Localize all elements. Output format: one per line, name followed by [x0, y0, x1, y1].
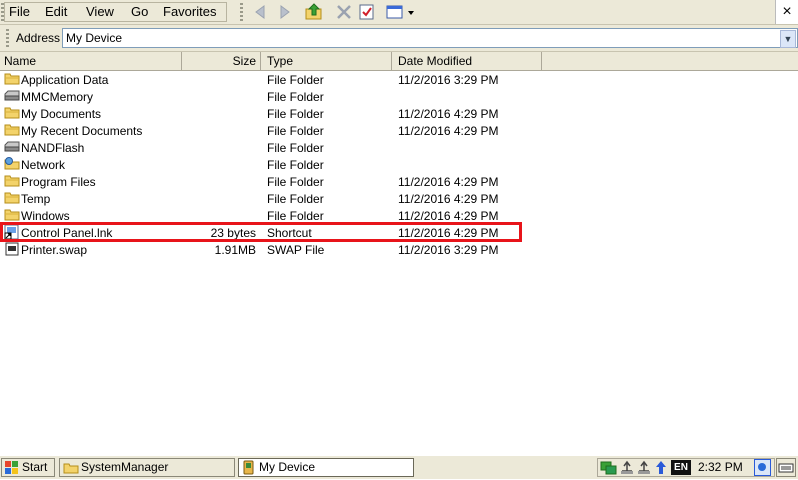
start-button[interactable]: Start	[1, 458, 55, 477]
clock[interactable]: 2:32 PM	[698, 459, 743, 476]
toolbar-grip	[240, 3, 243, 21]
file-row[interactable]: My Documents File Folder 11/2/2016 4:29 PM	[0, 106, 600, 123]
file-type: File Folder	[267, 90, 324, 104]
file-name: Application Data	[21, 73, 109, 87]
file-row[interactable]: Network File Folder	[0, 157, 600, 174]
file-row[interactable]: Program Files File Folder 11/2/2016 4:29 P…	[0, 174, 600, 191]
file-name: My Recent Documents	[21, 124, 143, 138]
file-type: File Folder	[267, 73, 324, 87]
file-type: File Folder	[267, 192, 324, 206]
network-status-icon[interactable]	[600, 460, 618, 478]
task-my-device-label: My Device	[259, 460, 316, 474]
drive-icon	[4, 140, 20, 153]
close-button[interactable]: ×	[775, 0, 798, 24]
file-type: File Folder	[267, 175, 324, 189]
task-systemmanager-label: SystemManager	[81, 460, 169, 474]
file-name: NANDFlash	[21, 141, 85, 155]
drive-icon	[4, 89, 20, 102]
file-type: File Folder	[267, 141, 324, 155]
file-row[interactable]: Application Data File Folder 11/2/2016 3:2…	[0, 72, 600, 89]
column-header-size[interactable]: Size	[182, 52, 261, 70]
file-name: MMCMemory	[21, 90, 93, 104]
delete-x-icon[interactable]	[335, 3, 353, 21]
folder-icon	[4, 174, 20, 187]
file-type: File Folder	[267, 124, 324, 138]
address-value: My Device	[66, 31, 123, 45]
chevron-down-icon[interactable]: ▼	[780, 30, 796, 48]
folder-icon	[4, 106, 20, 119]
file-date: 11/2/2016 4:29 PM	[398, 175, 499, 189]
usb-icon[interactable]	[619, 460, 635, 478]
properties-check-icon[interactable]	[358, 3, 376, 21]
column-header-date[interactable]: Date Modified	[392, 52, 542, 70]
address-grip	[6, 29, 9, 47]
folder-icon	[4, 72, 20, 85]
file-name: Printer.swap	[21, 243, 88, 257]
device-icon	[242, 460, 256, 480]
file-date: 11/2/2016 4:29 PM	[398, 192, 499, 206]
column-header-name[interactable]: Name	[0, 52, 182, 70]
file-date: 11/2/2016 3:29 PM	[398, 73, 499, 87]
views-menu-icon[interactable]	[386, 3, 418, 21]
file-date: 11/2/2016 3:29 PM	[398, 243, 499, 257]
file-type: SWAP File	[267, 243, 325, 257]
file-name: My Documents	[21, 107, 102, 121]
file-size: 1.91MB	[214, 243, 256, 257]
task-my-device[interactable]: My Device	[238, 458, 414, 477]
address-bar: Address My Device ▼	[0, 25, 798, 52]
folder-up-icon[interactable]	[305, 3, 323, 21]
folder-icon	[4, 208, 20, 221]
address-label: Address	[16, 31, 61, 45]
system-tray: EN 2:32 PM	[597, 458, 775, 477]
highlight-box	[0, 222, 522, 242]
file-icon	[4, 242, 20, 256]
file-name: Program Files	[21, 175, 96, 189]
folder-icon	[63, 461, 79, 479]
usb-icon-2[interactable]	[636, 460, 652, 478]
folder-icon	[4, 191, 20, 204]
file-date: 11/2/2016 4:29 PM	[398, 107, 499, 121]
column-header-bar: Name Size Type Date Modified	[0, 52, 798, 71]
address-input[interactable]: My Device ▼	[62, 28, 798, 48]
file-type: File Folder	[267, 158, 324, 172]
input-language-indicator[interactable]: EN	[671, 460, 691, 475]
taskbar: Start SystemManager My Device EN 2:32 PM	[0, 455, 798, 479]
menu-bar: File Edit View Go Favorites ×	[0, 0, 798, 25]
file-type: File Folder	[267, 107, 324, 121]
file-name: Temp	[21, 192, 51, 206]
keyboard-icon[interactable]	[776, 458, 796, 477]
column-header-type[interactable]: Type	[261, 52, 392, 70]
file-name: Network	[21, 158, 66, 172]
desktop-icon[interactable]	[754, 459, 771, 476]
task-systemmanager[interactable]: SystemManager	[59, 458, 235, 477]
file-date: 11/2/2016 4:29 PM	[398, 124, 499, 138]
file-row[interactable]: NANDFlash File Folder	[0, 140, 600, 157]
file-row[interactable]: My Recent Documents File Folder 11/2/2016 …	[0, 123, 600, 140]
back-arrow-icon[interactable]	[252, 3, 270, 21]
start-label: Start	[22, 460, 48, 474]
windows-logo-icon	[5, 461, 19, 474]
folder-icon	[4, 123, 20, 136]
network-icon	[4, 157, 20, 170]
menu-frame	[4, 2, 227, 22]
file-row[interactable]: Printer.swap 1.91MB SWAP File 11/2/2016 3:2…	[0, 242, 600, 259]
file-row[interactable]: Temp File Folder 11/2/2016 4:29 PM	[0, 191, 600, 208]
file-row[interactable]: MMCMemory File Folder	[0, 89, 600, 106]
up-arrow-icon[interactable]	[655, 460, 667, 478]
forward-arrow-icon[interactable]	[276, 3, 294, 21]
